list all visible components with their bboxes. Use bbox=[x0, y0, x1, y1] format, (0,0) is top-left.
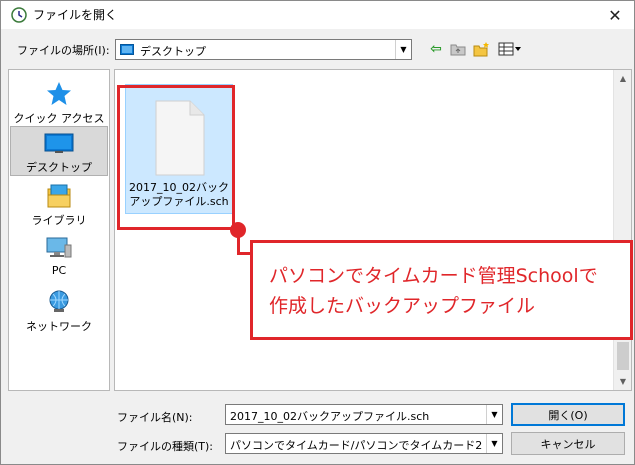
filetype-value: パソコンでタイムカード/パソコンでタイムカード2/パソコンでタ bbox=[230, 439, 482, 452]
back-arrow-icon[interactable]: ⇦ bbox=[427, 41, 445, 57]
filename-combo[interactable]: 2017_10_02バックアップファイル.sch ▼ bbox=[225, 404, 503, 425]
filename-label: ファイル名(N): bbox=[117, 411, 193, 424]
scroll-thumb[interactable] bbox=[617, 342, 629, 370]
place-library[interactable]: ライブラリ bbox=[10, 178, 108, 228]
place-network[interactable]: ネットワーク bbox=[10, 284, 108, 334]
close-button[interactable]: ✕ bbox=[604, 5, 626, 25]
location-combo[interactable]: デスクトップ ▼ bbox=[115, 39, 412, 60]
place-desktop[interactable]: デスクトップ bbox=[10, 126, 108, 176]
chevron-down-icon[interactable]: ▼ bbox=[486, 405, 502, 424]
desktop-small-icon bbox=[120, 44, 134, 55]
annotation-dot bbox=[230, 222, 246, 238]
place-pc[interactable]: PC bbox=[10, 230, 108, 280]
scroll-down-icon[interactable]: ▼ bbox=[614, 373, 632, 390]
places-bar: クイック アクセス デスクトップ ライブラリ PC ネットワーク bbox=[8, 69, 110, 391]
location-value: デスクトップ bbox=[140, 45, 206, 58]
star-icon bbox=[43, 80, 75, 108]
annotation-callout: パソコンでタイムカード管理Schoolで 作成したバックアップファイル bbox=[250, 240, 633, 340]
network-icon bbox=[43, 288, 75, 316]
place-label: デスクトップ bbox=[26, 161, 92, 174]
place-label: PC bbox=[51, 264, 67, 277]
title-bar: ファイルを開く ✕ bbox=[1, 1, 634, 29]
filename-value: 2017_10_02バックアップファイル.sch bbox=[230, 410, 430, 423]
scroll-up-icon[interactable]: ▲ bbox=[614, 70, 632, 87]
up-folder-icon[interactable] bbox=[449, 41, 467, 57]
window-title: ファイルを開く bbox=[33, 8, 118, 22]
filetype-label: ファイルの種類(T): bbox=[117, 440, 214, 453]
chevron-down-icon[interactable]: ▼ bbox=[486, 434, 502, 453]
place-label: ライブラリ bbox=[31, 214, 87, 227]
cancel-button[interactable]: キャンセル bbox=[511, 432, 625, 455]
annotation-text: パソコンでタイムカード管理Schoolで 作成したバックアップファイル bbox=[269, 261, 598, 321]
vertical-scrollbar[interactable]: ▲ ▼ bbox=[613, 70, 631, 390]
open-button[interactable]: 開く(O) bbox=[511, 403, 625, 426]
open-file-dialog: ファイルを開く ✕ ファイルの場所(I): デスクトップ ▼ ⇦ クイック アク… bbox=[0, 0, 635, 465]
new-folder-icon[interactable] bbox=[473, 41, 491, 57]
annotation-highlight bbox=[117, 85, 235, 230]
library-icon bbox=[43, 182, 75, 210]
location-label: ファイルの場所(I): bbox=[17, 44, 110, 57]
annotation-line-2: 作成したバックアップファイル bbox=[269, 295, 536, 317]
place-label: クイック アクセス bbox=[13, 112, 105, 125]
location-toolbar: ファイルの場所(I): デスクトップ ▼ ⇦ bbox=[1, 33, 634, 63]
place-quick-access[interactable]: クイック アクセス bbox=[10, 76, 108, 126]
filetype-select[interactable]: パソコンでタイムカード/パソコンでタイムカード2/パソコンでタ ▼ bbox=[225, 433, 503, 454]
chevron-down-icon[interactable]: ▼ bbox=[395, 40, 411, 59]
app-icon bbox=[11, 7, 27, 23]
place-label: ネットワーク bbox=[26, 320, 92, 333]
desktop-icon bbox=[43, 131, 75, 157]
pc-icon bbox=[43, 234, 75, 262]
view-menu-icon[interactable] bbox=[497, 41, 523, 57]
annotation-line-1: パソコンでタイムカード管理Schoolで bbox=[269, 265, 598, 287]
